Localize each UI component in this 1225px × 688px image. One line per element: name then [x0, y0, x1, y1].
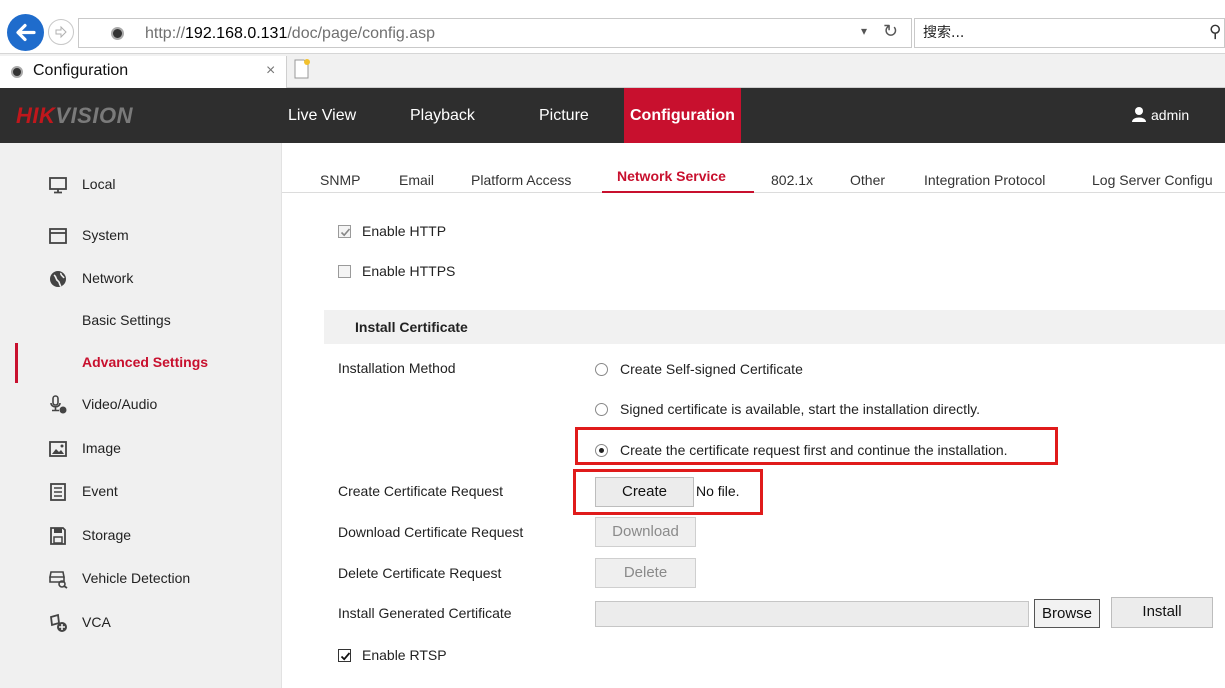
user-menu[interactable]: admin: [1132, 88, 1190, 143]
tab-title: Configuration: [33, 62, 129, 79]
sidebar-item-video-audio[interactable]: Video/Audio: [0, 385, 282, 425]
enable-https-checkbox[interactable]: [338, 265, 351, 278]
nav-playback[interactable]: Playback: [410, 88, 475, 143]
sidebar-item-label: Storage: [82, 527, 132, 543]
delete-button[interactable]: Delete: [595, 558, 696, 588]
install-generated-label: Install Generated Certificate: [338, 605, 512, 621]
forward-button[interactable]: [48, 19, 74, 45]
sidebar-item-local[interactable]: Local: [0, 165, 282, 205]
install-certificate-header: Install Certificate: [324, 310, 1225, 344]
delete-request-label: Delete Certificate Request: [338, 565, 502, 581]
search-icon[interactable]: ⚲: [1209, 22, 1221, 42]
active-tab-underline: [602, 191, 754, 193]
vca-icon: [50, 613, 67, 632]
arrow-right-icon: [55, 25, 67, 39]
checkmark-icon: [340, 228, 351, 237]
url-text: http://192.168.0.131/doc/page/config.asp: [145, 25, 436, 42]
sidebar-item-system[interactable]: System: [0, 216, 282, 256]
tab-platform-access[interactable]: Platform Access: [471, 172, 571, 188]
url-bar[interactable]: http://192.168.0.131/doc/page/config.asp…: [78, 18, 912, 48]
search-input[interactable]: [923, 23, 1193, 43]
sidebar-item-image[interactable]: Image: [0, 429, 282, 469]
enable-https-label: Enable HTTPS: [362, 263, 456, 279]
tab-email[interactable]: Email: [399, 172, 434, 188]
refresh-icon[interactable]: ↻: [883, 21, 898, 42]
app-header: HIKVISION Live View Playback Picture Con…: [0, 88, 1225, 143]
sidebar-item-vehicle-detection[interactable]: Vehicle Detection: [0, 559, 282, 599]
nav-picture[interactable]: Picture: [539, 88, 589, 143]
vehicle-icon: [49, 571, 68, 589]
enable-http-checkbox[interactable]: [338, 225, 351, 238]
sidebar-item-label: Vehicle Detection: [82, 570, 191, 586]
site-favicon-icon: [111, 27, 124, 40]
radio-self-signed-label: Create Self-signed Certificate: [620, 361, 803, 377]
enable-rtsp-label: Enable RTSP: [362, 647, 447, 663]
nav-configuration[interactable]: Configuration: [624, 88, 741, 143]
tab-network-service[interactable]: Network Service: [617, 168, 726, 184]
tab-favicon-icon: [11, 66, 23, 78]
enable-rtsp-checkbox[interactable]: [338, 649, 351, 662]
sidebar-item-basic-settings[interactable]: Basic Settings: [0, 301, 282, 341]
sidebar-item-label: Network: [82, 270, 134, 286]
sidebar-item-vca[interactable]: VCA: [0, 603, 282, 643]
checkmark-icon: [340, 652, 351, 661]
url-dropdown-icon[interactable]: ▾: [861, 24, 867, 38]
tab-snmp[interactable]: SNMP: [320, 172, 360, 188]
certificate-file-field[interactable]: [595, 601, 1029, 627]
content-panel: SNMP Email Platform Access Network Servi…: [282, 143, 1225, 688]
sidebar-item-label: Image: [82, 440, 121, 456]
sidebar-item-label: Advanced Settings: [82, 354, 209, 370]
system-icon: [49, 228, 67, 244]
sidebar: Local System Network Basic Settings Adva…: [0, 143, 282, 688]
sidebar-item-storage[interactable]: Storage: [0, 516, 282, 556]
tab-integration-protocol[interactable]: Integration Protocol: [924, 172, 1045, 188]
browse-button[interactable]: Browse: [1034, 599, 1100, 628]
sidebar-item-label: VCA: [82, 614, 111, 630]
monitor-icon: [49, 177, 67, 194]
section-title: Install Certificate: [355, 319, 468, 335]
radio-signed-available[interactable]: [595, 403, 608, 416]
browser-search-box[interactable]: ⚲: [914, 18, 1225, 48]
user-name: admin: [1151, 107, 1190, 123]
event-icon: [50, 483, 66, 501]
arrow-left-icon: [16, 23, 36, 42]
back-button[interactable]: [7, 14, 44, 51]
globe-icon: [50, 271, 66, 287]
radio-self-signed[interactable]: [595, 363, 608, 376]
microphone-icon: [50, 395, 67, 414]
tab-log-server-config[interactable]: Log Server Configu: [1092, 172, 1213, 188]
create-request-label: Create Certificate Request: [338, 483, 503, 499]
install-button[interactable]: Install: [1111, 597, 1213, 628]
sidebar-item-label: Video/Audio: [82, 396, 158, 412]
sidebar-item-network[interactable]: Network: [0, 259, 282, 299]
browser-tab[interactable]: Configuration ×: [0, 56, 287, 88]
image-icon: [49, 441, 67, 457]
hikvision-logo: HIKVISION: [16, 103, 133, 128]
close-tab-icon[interactable]: ×: [266, 62, 275, 80]
enable-http-label: Enable HTTP: [362, 223, 447, 239]
tab-other[interactable]: Other: [850, 172, 885, 188]
tab-8021x[interactable]: 802.1x: [771, 172, 813, 188]
sidebar-item-advanced-settings[interactable]: Advanced Settings: [0, 343, 282, 383]
nav-live-view[interactable]: Live View: [288, 88, 356, 143]
download-button[interactable]: Download: [595, 517, 696, 547]
new-tab-icon[interactable]: [292, 58, 312, 80]
download-request-label: Download Certificate Request: [338, 524, 524, 540]
browser-tab-bar: Configuration ×: [0, 54, 1225, 88]
active-indicator: [15, 343, 18, 383]
sidebar-item-label: Basic Settings: [82, 312, 171, 328]
sidebar-item-label: Event: [82, 483, 118, 499]
browser-address-bar: http://192.168.0.131/doc/page/config.asp…: [0, 0, 1225, 54]
storage-icon: [50, 527, 66, 545]
sidebar-item-event[interactable]: Event: [0, 472, 282, 512]
sub-tab-bar: SNMP Email Platform Access Network Servi…: [282, 161, 1225, 193]
screen: http://192.168.0.131/doc/page/config.asp…: [0, 0, 1225, 688]
sidebar-item-label: Local: [82, 176, 116, 192]
sidebar-item-label: System: [82, 227, 129, 243]
highlight-box-create: [573, 469, 763, 515]
radio-signed-available-label: Signed certificate is available, start t…: [620, 401, 981, 417]
installation-method-label: Installation Method: [338, 360, 456, 376]
user-icon: [1132, 107, 1146, 122]
highlight-box-radio: [575, 427, 1058, 465]
